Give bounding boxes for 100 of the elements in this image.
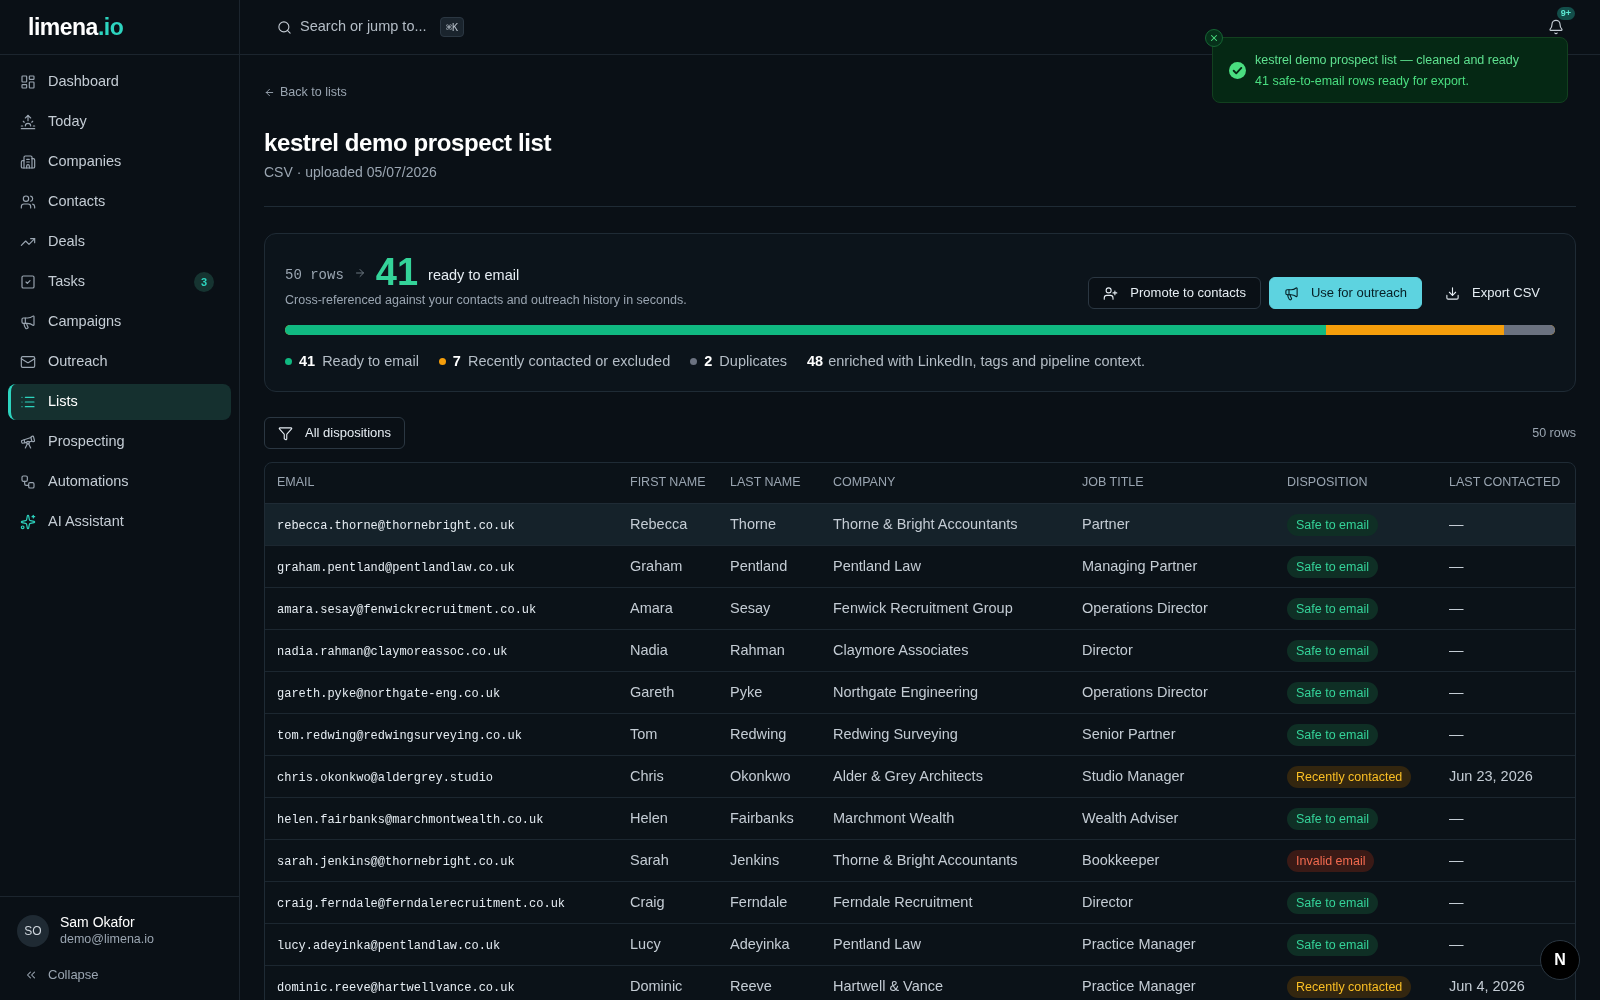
company-name: Redwing Surveying	[833, 726, 958, 742]
first-name: Gareth	[630, 684, 675, 700]
disposition-tag: Safe to email	[1287, 514, 1378, 537]
email-address: helen.fairbanks@marchmontwealth.co.uk	[277, 813, 544, 827]
page-subtitle: CSV · uploaded 05/07/2026	[264, 163, 438, 182]
logo[interactable]: limena.io	[28, 9, 124, 45]
nav-item[interactable]: Campaigns	[8, 304, 231, 340]
sparkle-icon	[20, 514, 36, 530]
last-contacted-text: —	[1449, 516, 1464, 532]
chevrons-left-icon	[24, 968, 38, 982]
last-name: Adeyinka	[730, 936, 790, 952]
sunrise-icon	[20, 114, 36, 130]
email-address: gareth.pyke@northgate-eng.co.uk	[277, 687, 501, 701]
last-contacted-text: Jun 4, 2026	[1449, 978, 1525, 994]
company-name: Claymore Associates	[833, 642, 969, 658]
first-name: Dominic	[630, 978, 683, 994]
email-address: amara.sesay@fenwickrecruitment.co.uk	[277, 603, 537, 617]
job-title: Managing Partner	[1082, 558, 1198, 574]
company-name: Alder & Grey Architects	[833, 768, 983, 784]
disposition-tag: Invalid email	[1287, 850, 1375, 873]
collapse-button[interactable]: Collapse	[17, 966, 99, 984]
nav-item[interactable]: Dashboard	[8, 64, 231, 100]
job-title: Operations Director	[1082, 600, 1208, 616]
legend-count: 7	[452, 352, 461, 371]
disposition-tag: Safe to email	[1287, 808, 1378, 831]
list-icon	[20, 394, 36, 410]
last-contacted-text: —	[1449, 684, 1464, 700]
nav-item[interactable]: AI Assistant	[8, 504, 231, 540]
table-row[interactable]: rebecca.thorne@thornebright.co.uk Rebecca Thorne Thorne & Bright Accountants Partner Safe to email —	[265, 503, 1575, 545]
first-name: Helen	[630, 810, 668, 826]
last-name: Pentland	[730, 558, 788, 574]
legend-label: Ready to email	[322, 352, 419, 371]
job-title: Studio Manager	[1082, 768, 1185, 784]
last-contacted-text: —	[1449, 936, 1464, 952]
company-name: Hartwell & Vance	[833, 978, 944, 994]
mail-icon	[20, 354, 36, 370]
page-title: kestrel demo prospect list	[264, 128, 553, 158]
count-badge: 3	[194, 272, 214, 292]
disposition-tag: Safe to email	[1287, 724, 1378, 747]
arrow-left-icon	[264, 86, 275, 98]
company-name: Thorne & Bright Accountants	[833, 852, 1018, 868]
legend-count: 41	[299, 352, 316, 371]
nav-item[interactable]: Outreach	[8, 344, 231, 380]
megaphone-icon	[1283, 285, 1299, 301]
close-icon	[1209, 33, 1219, 43]
action-button[interactable]: Use for outreach	[1268, 277, 1423, 309]
action-button[interactable]: Export CSV	[1430, 277, 1555, 309]
nav-item[interactable]: Prospecting	[8, 424, 231, 460]
nav-item[interactable]: Today	[8, 104, 231, 140]
nav-item[interactable]: Lists	[8, 384, 231, 420]
last-name: Sesay	[730, 600, 771, 616]
table-row[interactable]: sarah.jenkins@@thornebright.co.uk Sarah Jenkins Thorne & Bright Accountants Bookkeeper Invalid email —	[265, 839, 1575, 881]
ready-count: 41	[375, 253, 419, 291]
nav-item[interactable]: Automations	[8, 464, 231, 500]
job-title: Partner	[1082, 516, 1130, 532]
disposition-tag: Safe to email	[1287, 556, 1378, 579]
job-title: Director	[1082, 642, 1133, 658]
bell-icon	[1548, 19, 1564, 35]
nav-item[interactable]: Contacts	[8, 184, 231, 220]
table-row[interactable]: nadia.rahman@claymoreassoc.co.uk Nadia Rahman Claymore Associates Director Safe to email —	[265, 629, 1575, 671]
last-contacted-text: —	[1449, 558, 1464, 574]
nav-item[interactable]: Tasks 3	[8, 264, 231, 300]
table-row[interactable]: craig.ferndale@ferndalerecruitment.co.uk Craig Ferndale Ferndale Recruitment Director Safe to email —	[265, 881, 1575, 923]
legend-count: 2	[704, 352, 713, 371]
email-address: nadia.rahman@claymoreassoc.co.uk	[277, 645, 508, 659]
avatar: SO	[17, 914, 49, 947]
workflow-icon	[20, 474, 36, 490]
summary-note: Cross-referenced against your contacts and outreach history in seconds.	[285, 292, 687, 309]
search-field[interactable]: Search or jump to...	[300, 16, 434, 38]
last-contacted-text: —	[1449, 642, 1464, 658]
back-link[interactable]: Back to lists	[264, 83, 347, 101]
legend-label: Recently contacted or excluded	[467, 352, 671, 371]
close-button[interactable]	[1205, 29, 1223, 47]
last-contacted-text: —	[1449, 600, 1464, 616]
filter-button[interactable]: All dispositions	[264, 417, 405, 449]
table-row[interactable]: amara.sesay@fenwickrecruitment.co.uk Amara Sesay Fenwick Recruitment Group Operations Director Safe to email —	[265, 587, 1575, 629]
disposition-tag: Recently contacted	[1287, 766, 1412, 789]
enriched-label: enriched with LinkedIn, tags and pipeline context.	[828, 352, 1145, 371]
shortcut-key: ⌘K	[440, 17, 465, 37]
first-name: Sarah	[630, 852, 669, 868]
table-row[interactable]: helen.fairbanks@marchmontwealth.co.uk Helen Fairbanks Marchmont Wealth Wealth Adviser Safe to email —	[265, 797, 1575, 839]
job-title: Practice Manager	[1082, 978, 1196, 994]
last-name: Pyke	[730, 684, 763, 700]
action-button[interactable]: Promote to contacts	[1088, 277, 1261, 309]
checkbox-icon	[20, 274, 36, 290]
table-row[interactable]: gareth.pyke@northgate-eng.co.uk Gareth Pyke Northgate Engineering Operations Director Safe to email —	[265, 671, 1575, 713]
table-row[interactable]: tom.redwing@redwingsurveying.co.uk Tom Redwing Redwing Surveying Senior Partner Safe to email —	[265, 713, 1575, 755]
column-header: COMPANY	[821, 463, 1070, 503]
column-header: FIRST NAME	[618, 463, 718, 503]
column-header: EMAIL	[265, 463, 618, 503]
table-row[interactable]: graham.pentland@pentlandlaw.co.uk Graham Pentland Pentland Law Managing Partner Safe to email —	[265, 545, 1575, 587]
company-name: Pentland Law	[833, 558, 921, 574]
nav-item[interactable]: Deals	[8, 224, 231, 260]
email-address: chris.okonkwo@aldergrey.studio	[277, 771, 494, 785]
table-row[interactable]: chris.okonkwo@aldergrey.studio Chris Okonkwo Alder & Grey Architects Studio Manager Recently contacted Jun 23, 2026	[265, 755, 1575, 797]
first-name: Graham	[630, 558, 683, 574]
email-address: tom.redwing@redwingsurveying.co.uk	[277, 729, 522, 743]
toast-message: 41 safe-to-email rows ready for export.	[1255, 73, 1470, 90]
nav-item[interactable]: Companies	[8, 144, 231, 180]
arrow-right-icon	[353, 267, 366, 279]
